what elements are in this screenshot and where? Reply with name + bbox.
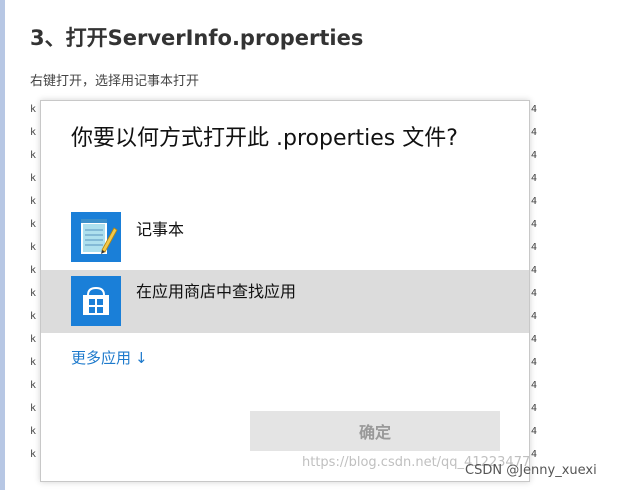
store-icon — [71, 276, 121, 326]
background-glyph-right: 4 — [531, 449, 538, 460]
background-glyph-right: 4 — [531, 288, 538, 299]
background-glyph-left: k — [30, 426, 37, 437]
app-option-store[interactable]: 在应用商店中查找应用 — [41, 270, 529, 333]
background-glyph-right: 4 — [531, 265, 538, 276]
background-glyph-left: k — [30, 104, 37, 115]
notepad-icon — [71, 212, 121, 262]
background-glyph-left: k — [30, 288, 37, 299]
background-glyph-right: 4 — [531, 334, 538, 345]
background-glyph-left: k — [30, 403, 37, 414]
background-glyph-left: k — [30, 127, 37, 138]
background-glyph-left: k — [30, 219, 37, 230]
background-glyph-right: 4 — [531, 357, 538, 368]
background-listing-left: k k k k k k k k k k k k k k k k — [30, 100, 40, 470]
more-apps-link[interactable]: 更多应用 ↓ — [71, 347, 148, 368]
background-glyph-left: k — [30, 265, 37, 276]
background-glyph-right: 4 — [531, 127, 538, 138]
background-glyph-left: k — [30, 242, 37, 253]
background-glyph-left: k — [30, 150, 37, 161]
app-option-notepad[interactable]: 记事本 — [41, 212, 529, 275]
background-glyph-right: 4 — [531, 173, 538, 184]
background-glyph-right: 4 — [531, 219, 538, 230]
chevron-down-icon: ↓ — [135, 349, 148, 367]
background-glyph-right: 4 — [531, 426, 538, 437]
background-glyph-left: k — [30, 380, 37, 391]
background-glyph-left: k — [30, 196, 37, 207]
open-with-dialog: 你要以何方式打开此 .properties 文件? 记事本 在应用商店中查找应用… — [40, 100, 530, 482]
background-glyph-left: k — [30, 334, 37, 345]
background-glyph-right: 4 — [531, 150, 538, 161]
background-glyph-left: k — [30, 449, 37, 460]
background-glyph-right: 4 — [531, 380, 538, 391]
watermark-credit: CSDN @Jenny_xuexi — [465, 463, 597, 478]
left-accent-bar — [0, 0, 5, 490]
background-listing-right: 4 4 4 4 4 4 4 4 4 4 4 4 4 4 4 4 — [531, 100, 541, 470]
background-glyph-left: k — [30, 311, 37, 322]
background-glyph-right: 4 — [531, 104, 538, 115]
app-label-store: 在应用商店中查找应用 — [136, 282, 297, 301]
article-heading: 3、打开ServerInfo.properties — [30, 26, 364, 50]
background-glyph-left: k — [30, 357, 37, 368]
background-glyph-right: 4 — [531, 403, 538, 414]
article-instruction: 右键打开，选择用记事本打开 — [30, 74, 200, 89]
background-glyph-left: k — [30, 173, 37, 184]
background-glyph-right: 4 — [531, 311, 538, 322]
app-label-notepad: 记事本 — [136, 220, 185, 239]
background-glyph-right: 4 — [531, 242, 538, 253]
dialog-title: 你要以何方式打开此 .properties 文件? — [71, 126, 458, 151]
ok-button[interactable]: 确定 — [250, 411, 500, 451]
background-glyph-right: 4 — [531, 196, 538, 207]
more-apps-label: 更多应用 — [71, 349, 132, 367]
